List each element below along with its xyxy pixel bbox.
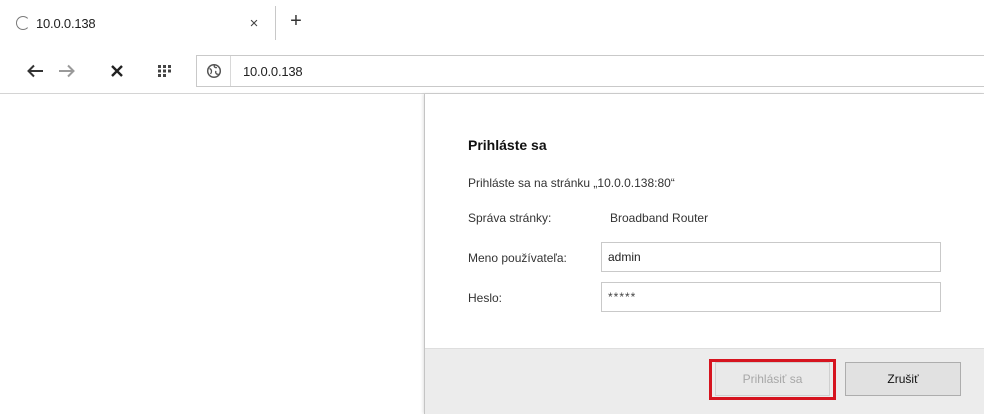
site-info-button[interactable] <box>197 56 231 86</box>
new-tab-button[interactable]: + <box>284 9 308 33</box>
apps-button[interactable] <box>152 58 178 84</box>
username-label: Meno používateľa: <box>468 251 567 265</box>
address-input[interactable] <box>231 63 831 79</box>
tab-strip: 10.0.0.138 × + <box>0 0 984 48</box>
address-bar <box>196 55 984 87</box>
dialog-footer: Prihlásiť sa Zrušiť <box>425 348 984 414</box>
forward-button[interactable] <box>54 58 80 84</box>
tab-title: 10.0.0.138 <box>36 15 96 31</box>
tab-close-icon[interactable]: × <box>244 13 264 33</box>
back-arrow-icon <box>27 64 43 78</box>
password-input[interactable] <box>601 282 941 312</box>
username-input[interactable] <box>601 242 941 272</box>
forward-arrow-icon <box>59 64 75 78</box>
dialog-description: Prihláste sa na stránku „10.0.0.138:80“ <box>468 176 675 190</box>
back-button[interactable] <box>22 58 48 84</box>
login-dialog: Prihláste sa Prihláste sa na stránku „10… <box>424 94 984 414</box>
realm-value: Broadband Router <box>610 211 709 225</box>
realm-label: Správa stránky: <box>468 211 552 225</box>
stop-icon <box>111 65 123 77</box>
loading-spinner-icon <box>16 16 30 30</box>
login-button[interactable]: Prihlásiť sa <box>715 362 830 396</box>
site-info-icon <box>206 63 221 79</box>
stop-button[interactable] <box>104 58 130 84</box>
browser-toolbar <box>0 48 984 94</box>
cancel-button[interactable]: Zrušiť <box>845 362 961 396</box>
password-label: Heslo: <box>468 291 503 305</box>
apps-grid-icon <box>158 65 171 77</box>
dialog-title: Prihláste sa <box>468 137 547 153</box>
tab-divider <box>275 6 276 40</box>
browser-tab[interactable]: 10.0.0.138 × <box>6 4 274 42</box>
